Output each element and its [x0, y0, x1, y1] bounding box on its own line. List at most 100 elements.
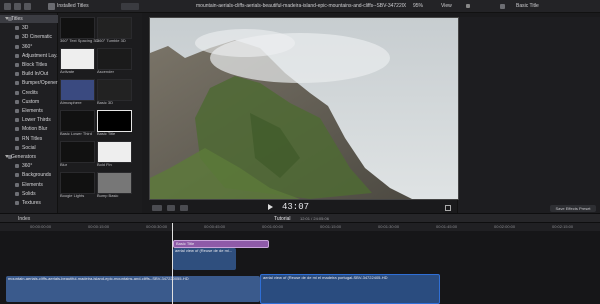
- photos-icon[interactable]: [14, 3, 21, 10]
- ruler-tick-label: 00:01:15:00: [320, 224, 342, 229]
- inspector-title: Basic Title: [516, 3, 539, 9]
- title-thumbnail[interactable]: [60, 110, 95, 132]
- connected-video-clip[interactable]: aerial view of (Reuse de de mi...: [173, 248, 236, 270]
- sidebar-item[interactable]: Generators: [0, 153, 58, 161]
- folder-icon: [15, 44, 19, 49]
- folder-icon: [15, 63, 19, 67]
- inspector-panel: Save Effects Preset: [457, 17, 600, 213]
- sidebar-item-label: Build In/Out: [22, 71, 49, 78]
- main-video-clip[interactable]: mountain-aerials-cliffs-aerials-beautifu…: [6, 276, 260, 302]
- view-dropdown[interactable]: View: [441, 3, 452, 9]
- mountain-cliff-image: [150, 18, 458, 199]
- sidebar-item-label: Credits: [22, 89, 38, 96]
- clip-info-icon[interactable]: [466, 4, 470, 8]
- top-toolbar: Installed Titles mountain-aerials-cliffs…: [0, 0, 600, 13]
- ruler-tick-label: 00:02:00:00: [494, 224, 516, 229]
- folder-icon: [15, 182, 19, 187]
- folder-icon: [15, 136, 19, 141]
- title-thumbnail[interactable]: [97, 48, 132, 70]
- sidebar-item-label: 3D Cinematic: [22, 34, 53, 41]
- sidebar-item-label: Generators: [11, 154, 37, 160]
- search-field[interactable]: [121, 3, 139, 10]
- ruler-tick-label: 00:02:15:00: [552, 224, 574, 229]
- titles-browser: 360° Text Spacing 3D 360° Tumble 3D Activa…: [58, 13, 142, 213]
- sidebar-item[interactable]: 360°: [0, 43, 58, 51]
- sidebar-item-label: 360°: [22, 43, 33, 50]
- titles-icon[interactable]: [24, 3, 31, 10]
- sidebar-item[interactable]: Custom: [0, 98, 58, 106]
- sidebar-item-label: Lower Thirds: [22, 117, 51, 124]
- sidebar-item[interactable]: Elements: [0, 181, 58, 189]
- sidebar-item[interactable]: 3D: [0, 24, 58, 32]
- sidebar-item[interactable]: Titles: [0, 15, 58, 23]
- title-thumbnail[interactable]: [97, 141, 132, 163]
- title-thumbnail-label: Blur: [60, 162, 68, 167]
- title-thumbnail-label: Basic Lower Third: [60, 131, 92, 136]
- play-icon[interactable]: [268, 204, 273, 210]
- save-effects-preset-button[interactable]: Save Effects Preset: [550, 205, 596, 212]
- folder-icon: [15, 90, 19, 95]
- folder-icon: [15, 164, 19, 169]
- library-dropdown[interactable]: Installed Titles: [57, 3, 89, 9]
- sidebar-item[interactable]: Textures: [0, 199, 58, 207]
- title-thumbnail[interactable]: [97, 17, 132, 39]
- video-frame: [149, 17, 459, 200]
- folder-icon: [15, 81, 19, 86]
- sidebar-item[interactable]: Motion Blur: [0, 125, 58, 133]
- index-button[interactable]: Index: [18, 216, 30, 222]
- folder-icon: [15, 118, 19, 123]
- sidebar-item-label: Custom: [22, 98, 40, 105]
- sidebar-item[interactable]: Build In/Out: [0, 70, 58, 78]
- sidebar-item[interactable]: Lower Thirds: [0, 116, 58, 124]
- sidebar-item[interactable]: Backgrounds: [0, 171, 58, 179]
- sidebar-item-label: Bumper/Opener: [22, 80, 58, 87]
- title-thumbnail[interactable]: [60, 79, 95, 101]
- title-thumbnail[interactable]: [60, 172, 95, 194]
- folder-icon: [15, 127, 19, 132]
- grid-view-icon[interactable]: [48, 3, 55, 10]
- title-clip[interactable]: Basic Title: [173, 240, 269, 248]
- crop-icon[interactable]: [167, 205, 175, 211]
- sidebar-item-label: Backgrounds: [22, 172, 52, 179]
- library-icon[interactable]: [4, 3, 11, 10]
- sidebar-item-label: Titles: [11, 16, 23, 22]
- zoom-dropdown[interactable]: 95%: [413, 3, 423, 9]
- sidebar-item[interactable]: 360°: [0, 162, 58, 170]
- playhead[interactable]: [172, 223, 173, 304]
- project-name[interactable]: Tutorial: [274, 216, 291, 222]
- sidebar-item[interactable]: Adjustment Lay...: [0, 52, 60, 60]
- title-thumbnail-label: Bump Basic: [97, 193, 119, 198]
- timeline-ruler: 00:00:00:00 00:00:15:00 00:00:30:00 00:00:4…: [0, 223, 600, 231]
- title-thumbnail-label: Boogie Lights: [60, 193, 85, 198]
- inspector-icon[interactable]: [500, 4, 505, 9]
- title-thumbnail[interactable]: [97, 110, 132, 132]
- folder-icon: [15, 99, 19, 104]
- ruler-tick-label: 00:01:45:00: [436, 224, 458, 229]
- fullscreen-icon[interactable]: [445, 205, 451, 211]
- title-thumbnail[interactable]: [60, 141, 95, 163]
- title-thumbnail-label: Activate: [60, 69, 75, 74]
- sidebar-item-label: 3D: [22, 25, 29, 32]
- sidebar-item[interactable]: 3D Cinematic: [0, 33, 58, 41]
- sidebar-item[interactable]: Social: [0, 144, 58, 152]
- sidebar-item[interactable]: Elements: [0, 107, 58, 115]
- titles-sidebar: Titles 3D 3D Cinematic 360° Adjustment Lay..…: [0, 13, 60, 213]
- sidebar-item-label: Solids: [22, 190, 36, 197]
- transform-icon[interactable]: [152, 205, 162, 211]
- title-thumbnail[interactable]: [60, 48, 95, 70]
- right-video-clip[interactable]: aerial view of (Reuse de de mi el madeir…: [260, 274, 440, 304]
- title-thumbnail[interactable]: [97, 79, 132, 101]
- title-thumbnail[interactable]: [60, 17, 95, 39]
- title-thumbnail[interactable]: [97, 172, 132, 194]
- folder-icon: [15, 109, 19, 113]
- sidebar-item[interactable]: Block Titles: [0, 61, 58, 69]
- folder-icon: [15, 35, 19, 40]
- sidebar-item[interactable]: Solids: [0, 190, 58, 198]
- title-thumbnail-label: Atmosphere: [60, 100, 82, 105]
- sidebar-item[interactable]: Bumper/Opener: [0, 79, 58, 87]
- sidebar-item-label: Block Titles: [22, 62, 48, 68]
- ruler-tick-label: 00:01:30:00: [378, 224, 400, 229]
- sidebar-item[interactable]: Credits: [0, 89, 58, 97]
- speed-icon[interactable]: [180, 205, 188, 211]
- sidebar-item[interactable]: RN Titles: [0, 135, 58, 143]
